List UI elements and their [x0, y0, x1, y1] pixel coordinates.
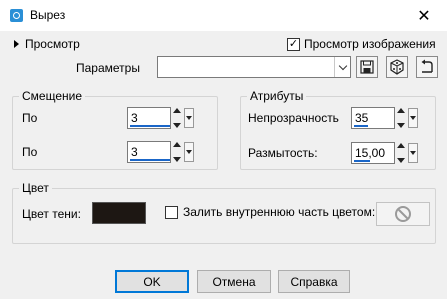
blur-input[interactable]: 15,00 — [351, 142, 395, 164]
offset-v-label: По — [22, 145, 38, 159]
offset-v-dropdown[interactable] — [184, 142, 194, 162]
fill-color-button[interactable] — [376, 202, 430, 226]
offset-group-title: Смещение — [19, 89, 86, 103]
opacity-dropdown[interactable] — [408, 108, 418, 128]
offset-v-value: 3 — [131, 145, 138, 159]
help-button[interactable]: Справка — [278, 270, 350, 293]
cancel-button[interactable]: Отмена — [197, 270, 271, 293]
preview-toggle[interactable]: Просмотр — [14, 37, 80, 51]
dropdown-arrow-icon — [410, 151, 416, 155]
color-group-title: Цвет — [19, 181, 52, 195]
preview-toggle-label: Просмотр — [25, 37, 80, 51]
spin-down-icon[interactable] — [397, 123, 405, 128]
blur-spinner[interactable] — [396, 143, 406, 163]
dropdown-arrow-icon — [186, 150, 192, 154]
attributes-group-title: Атрибуты — [247, 89, 307, 103]
blur-value: 15,00 — [355, 146, 386, 160]
spin-up-icon[interactable] — [397, 108, 405, 113]
blur-dropdown[interactable] — [408, 143, 418, 163]
opacity-input[interactable]: 35 — [351, 107, 395, 129]
spin-down-icon[interactable] — [173, 157, 181, 162]
params-label: Параметры — [76, 61, 140, 75]
offset-h-label: По — [22, 111, 38, 125]
params-dropdown-arrow[interactable] — [334, 57, 350, 77]
offset-h-input[interactable]: 3 — [127, 107, 171, 129]
params-dropdown[interactable] — [157, 56, 351, 78]
save-preset-button[interactable] — [356, 56, 378, 78]
offset-h-value: 3 — [131, 111, 138, 125]
preset-manager-button[interactable] — [386, 56, 408, 78]
fill-inside-option[interactable]: Залить внутреннюю часть цветом: — [165, 205, 375, 219]
fill-inside-label: Залить внутреннюю часть цветом: — [183, 205, 376, 219]
image-preview-checkbox[interactable]: ✓ — [287, 37, 300, 51]
expand-triangle-icon — [14, 40, 19, 48]
title-bar: Вырез ✕ — [0, 0, 447, 31]
spin-up-icon[interactable] — [397, 143, 405, 148]
spin-up-icon[interactable] — [173, 142, 181, 147]
offset-v-spinner[interactable] — [172, 142, 182, 162]
offset-h-dropdown[interactable] — [184, 108, 194, 128]
blur-label: Размытость: — [248, 146, 318, 160]
shadow-color-label: Цвет тени: — [22, 207, 81, 221]
window-title: Вырез — [30, 8, 66, 22]
opacity-value: 35 — [355, 111, 369, 125]
no-color-icon — [395, 206, 411, 222]
offset-v-input[interactable]: 3 — [127, 141, 171, 163]
ok-button[interactable]: OK — [115, 270, 189, 293]
close-button[interactable]: ✕ — [401, 0, 447, 31]
image-preview-option[interactable]: ✓ Просмотр изображения — [287, 37, 436, 51]
reset-arrow-icon — [421, 59, 433, 73]
fill-inside-checkbox[interactable] — [165, 205, 178, 219]
image-preview-label: Просмотр изображения — [304, 37, 436, 51]
opacity-label: Непрозрачность — [248, 111, 339, 125]
dropdown-arrow-icon — [410, 116, 416, 120]
opacity-spinner[interactable] — [396, 108, 406, 128]
save-icon — [360, 60, 374, 74]
chevron-down-icon — [338, 61, 347, 70]
spin-up-icon[interactable] — [173, 108, 181, 113]
cube-icon — [390, 59, 404, 75]
shadow-color-swatch[interactable] — [92, 202, 146, 224]
reset-button[interactable] — [416, 56, 438, 78]
spin-down-icon[interactable] — [173, 123, 181, 128]
offset-h-spinner[interactable] — [172, 108, 182, 128]
app-icon — [10, 9, 23, 22]
dropdown-arrow-icon — [186, 116, 192, 120]
spin-down-icon[interactable] — [397, 158, 405, 163]
